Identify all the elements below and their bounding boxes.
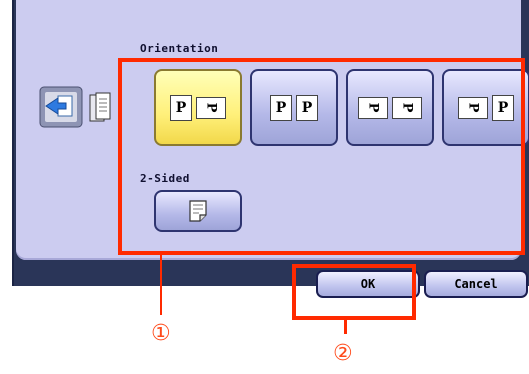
callout-leader-2 — [344, 320, 347, 334]
page-glyph-letter: P — [175, 99, 187, 116]
callout-leader-1 — [160, 255, 162, 315]
page-glyph-landscape: P — [392, 96, 422, 119]
page-glyph-portrait: P — [170, 94, 192, 121]
page-glyph-letter: P — [465, 102, 481, 113]
scan-mode-icon — [39, 86, 111, 128]
page-glyph-letter: P — [365, 102, 381, 113]
orientation-option-4[interactable]: PP — [442, 69, 529, 146]
cancel-button[interactable]: Cancel — [424, 270, 528, 298]
page-glyph-portrait: P — [296, 94, 318, 121]
page-glyph-landscape: P — [358, 96, 388, 119]
page-glyph-portrait: P — [270, 94, 292, 121]
page-glyph-portrait: P — [492, 94, 514, 121]
page-glyph-letter: P — [399, 102, 415, 113]
orientation-option-3[interactable]: PP — [346, 69, 434, 146]
two-sided-button[interactable] — [154, 190, 242, 232]
callout-number-2: ② — [333, 341, 353, 366]
ok-button[interactable]: OK — [316, 270, 420, 298]
callout-number-1: ① — [151, 321, 171, 346]
settings-panel: Orientation 2-Sided PPPPPPPP — [16, 0, 529, 260]
single-page-icon — [189, 200, 207, 222]
device-screen: Orientation 2-Sided PPPPPPPP OK Cancel — [12, 0, 529, 298]
page-glyph-letter: P — [275, 99, 287, 116]
orientation-option-1[interactable]: PP — [154, 69, 242, 146]
orientation-option-2[interactable]: PP — [250, 69, 338, 146]
page-glyph-landscape: P — [196, 96, 226, 119]
two-sided-label: 2-Sided — [140, 172, 190, 185]
page-glyph-letter: P — [497, 99, 509, 116]
page-glyph-letter: P — [203, 102, 219, 113]
page-glyph-landscape: P — [458, 96, 488, 119]
page-glyph-letter: P — [301, 99, 313, 116]
orientation-label: Orientation — [140, 42, 219, 55]
